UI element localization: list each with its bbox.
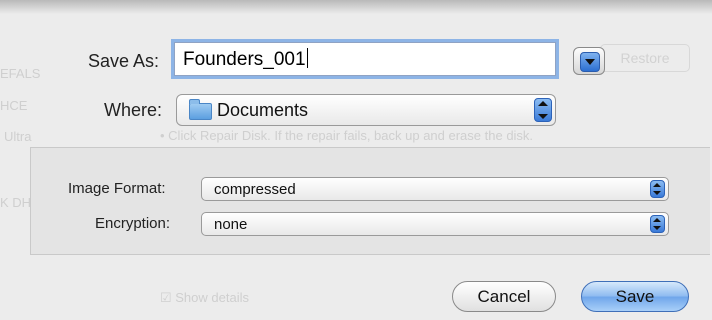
cancel-button[interactable]: Cancel	[452, 281, 556, 312]
save-as-label: Save As:	[88, 51, 160, 71]
expand-dialog-button[interactable]	[573, 47, 605, 75]
image-format-value: compressed	[214, 181, 296, 198]
save-button[interactable]: Save	[581, 281, 689, 312]
encryption-label: Encryption:	[95, 215, 171, 232]
encryption-value: none	[214, 216, 248, 233]
background-button: Restore	[600, 44, 690, 72]
disclosure-triangle-icon	[580, 52, 600, 72]
popup-arrows-icon	[534, 98, 552, 122]
background-text: ☑ Show details	[160, 290, 249, 305]
filename-input[interactable]: Founders_001	[174, 42, 556, 76]
background-sidebar-text: EFALS	[0, 66, 41, 81]
popup-arrows-icon	[650, 215, 665, 233]
popup-arrows-icon	[650, 180, 665, 198]
background-sidebar-text: HCE	[0, 98, 28, 113]
image-format-popup[interactable]: compressed	[201, 177, 669, 201]
background-sidebar-text: Ultra	[4, 129, 32, 144]
where-location-value: Documents	[217, 100, 309, 120]
encryption-popup[interactable]: none	[201, 212, 669, 236]
text-cursor	[306, 48, 308, 68]
filename-value: Founders_001	[183, 49, 306, 70]
where-label: Where:	[104, 100, 163, 120]
folder-icon	[189, 99, 212, 120]
background-text: • Click Repair Disk. If the repair fails…	[160, 128, 534, 143]
options-panel	[30, 147, 710, 255]
sheet-top-shadow	[0, 0, 712, 14]
image-format-label: Image Format:	[68, 180, 166, 197]
where-location-popup[interactable]: Documents	[176, 94, 556, 126]
